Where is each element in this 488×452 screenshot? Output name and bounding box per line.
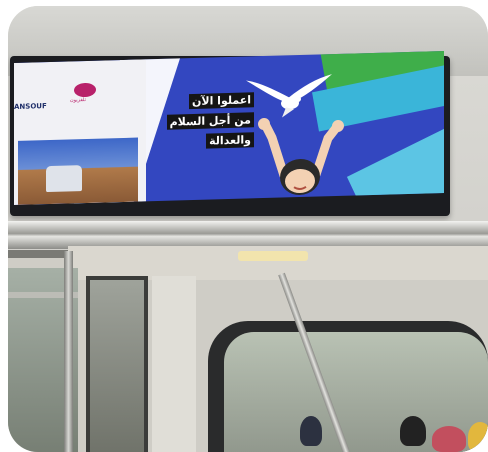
vertical-pole	[64, 251, 73, 452]
headline-line-2: من أجل السلام	[166, 112, 254, 130]
interior-pillar	[152, 276, 196, 452]
dove-icon	[246, 74, 332, 118]
passenger-head	[300, 416, 322, 446]
child-raising-hands-icon	[258, 118, 344, 196]
channel-logo-label: تلفزيون	[70, 96, 86, 104]
passenger-head	[400, 416, 426, 446]
overhead-display: تلفزيون ANSOUF اعملوا الآن من أجل السلام…	[10, 50, 450, 216]
site-label: ANSOUF	[14, 102, 47, 111]
arabic-headline: اعملوا الآن من أجل السلام والعدالة	[144, 88, 254, 151]
display-screen: تلفزيون ANSOUF اعملوا الآن من أجل السلام…	[14, 50, 444, 205]
passenger-head	[432, 426, 466, 452]
tram-picture-icon	[46, 165, 82, 193]
tram-interior-photo: تلفزيون ANSOUF اعملوا الآن من أجل السلام…	[8, 6, 488, 452]
ceiling-lamp	[238, 251, 308, 261]
channel-logo-icon	[74, 82, 96, 98]
passenger-head	[468, 422, 488, 452]
tram-door	[86, 276, 148, 452]
cyan-band-lower	[346, 123, 444, 205]
news-panel: تلفزيون ANSOUF	[14, 59, 146, 205]
ceiling-rail	[8, 221, 488, 249]
